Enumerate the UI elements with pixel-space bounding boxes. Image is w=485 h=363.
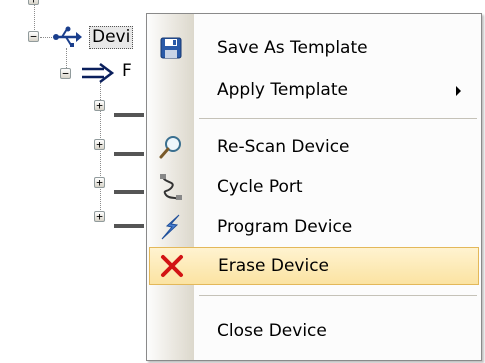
usb-icon <box>52 25 82 54</box>
cable-icon <box>149 168 193 206</box>
expand-button[interactable]: + <box>94 177 105 188</box>
menu-item-label: Cycle Port <box>217 177 303 197</box>
lightning-icon <box>149 208 193 246</box>
menu-separator <box>199 295 477 296</box>
submenu-arrow-icon <box>456 86 461 96</box>
port-icon <box>114 143 144 163</box>
menu-item-rescan-device[interactable]: Re-Scan Device <box>149 128 479 166</box>
arrow-right-icon <box>80 62 116 89</box>
magnifier-icon <box>149 128 193 166</box>
tree-node-device[interactable]: Devi <box>89 26 134 49</box>
menu-item-cycle-port[interactable]: Cycle Port <box>149 168 479 206</box>
floppy-disk-icon <box>149 29 193 67</box>
collapse-button-device[interactable]: − <box>28 31 39 42</box>
menu-item-label: Apply Template <box>217 80 348 100</box>
menu-item-label: Save As Template <box>217 38 368 58</box>
tree-node-child[interactable]: F <box>122 61 132 82</box>
port-icon <box>114 181 144 201</box>
menu-icon-empty <box>149 71 193 109</box>
menu-item-label: Re-Scan Device <box>217 137 350 157</box>
menu-item-label: Close Device <box>217 321 327 341</box>
expand-button[interactable]: + <box>94 211 105 222</box>
context-menu: Save As Template Apply Template Re-Scan … <box>146 13 482 361</box>
port-icon <box>114 215 144 235</box>
menu-item-save-as-template[interactable]: Save As Template <box>149 29 479 67</box>
menu-separator <box>199 118 477 119</box>
expand-button[interactable]: + <box>94 100 105 111</box>
menu-icon-empty <box>149 312 193 350</box>
collapse-button-child[interactable]: − <box>60 68 71 79</box>
menu-item-erase-device[interactable]: Erase Device <box>149 247 479 285</box>
menu-item-close-device[interactable]: Close Device <box>149 312 479 350</box>
menu-item-label: Program Device <box>217 217 353 237</box>
menu-item-apply-template[interactable]: Apply Template <box>149 71 479 109</box>
menu-item-label: Erase Device <box>218 256 330 276</box>
red-x-icon <box>150 247 194 285</box>
tree-expander[interactable]: + <box>28 0 39 5</box>
expand-button[interactable]: + <box>94 139 105 150</box>
tree-connector <box>40 37 52 38</box>
port-icon <box>114 104 144 124</box>
menu-item-program-device[interactable]: Program Device <box>149 208 479 246</box>
